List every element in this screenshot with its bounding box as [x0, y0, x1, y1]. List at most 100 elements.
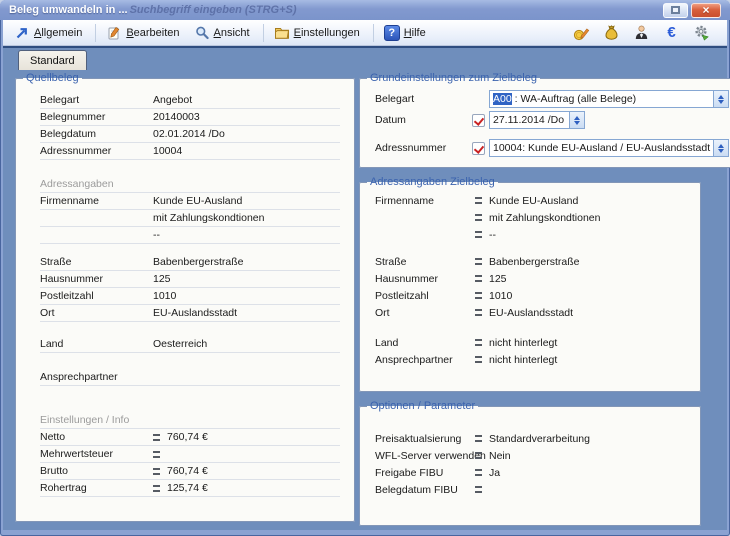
field-value: --: [153, 229, 340, 241]
window-title: Beleg umwandeln in ...: [9, 4, 128, 16]
field-value: 125: [153, 273, 340, 285]
help-icon: ?: [384, 25, 400, 41]
magnifier-icon: [194, 25, 210, 41]
menu-separator: [263, 24, 264, 42]
info-rows: Netto 760,74 € Mehrwertsteuer Brutto: [40, 429, 340, 497]
field-value: --: [489, 229, 690, 241]
menu-item-hilfe[interactable]: ? Hilfe: [380, 23, 433, 43]
adressnummer-spinner-button[interactable]: [713, 139, 729, 157]
field-value: Babenbergerstraße: [489, 256, 690, 268]
field-value: Kunde EU-Ausland: [153, 195, 340, 207]
belegart-spinner-button[interactable]: [713, 90, 729, 108]
adressnummer-combobox[interactable]: 10004: Kunde EU-Ausland / EU-Auslandssta…: [489, 139, 729, 157]
field-label: Land: [40, 338, 153, 350]
field-value: 02.01.2014 /Do: [153, 128, 340, 140]
section-header-einstellungen-info: Einstellungen / Info: [40, 412, 340, 429]
field-row: Hausnummer 125: [40, 271, 340, 288]
belegart-row: Belegart A00 : WA-Auftrag (alle Belege): [375, 90, 729, 108]
menu-item-einstellungen[interactable]: Einstellungen: [270, 23, 367, 43]
group-optionen-parameter: Optionen / Parameter Preisaktualsierung …: [359, 400, 701, 526]
field-value: Babenbergerstraße: [153, 256, 340, 268]
field-value: nicht hinterlegt: [489, 337, 690, 349]
edit-coin-icon[interactable]: [573, 24, 590, 41]
tab-standard[interactable]: Standard: [18, 50, 87, 70]
partner-rows: Ansprechpartner: [40, 369, 340, 386]
maximize-button[interactable]: [663, 3, 688, 18]
menu-label: Bearbeiten: [126, 27, 179, 39]
field-row: Freigabe FIBU Ja: [375, 464, 690, 481]
close-icon: ×: [702, 4, 709, 16]
close-button[interactable]: ×: [691, 3, 721, 18]
toolbar-right-icons: €: [573, 24, 720, 41]
field-label: Postleitzahl: [375, 290, 475, 302]
group-legend: Grundeinstellungen zum Zielbeleg: [367, 72, 540, 84]
field-row: mit Zahlungskondtionen: [40, 210, 340, 227]
field-row: Netto 760,74 €: [40, 429, 340, 446]
money-bag-icon[interactable]: [603, 24, 620, 41]
field-row: Land nicht hinterlegt: [375, 334, 690, 351]
datum-datepicker[interactable]: 27.11.2014 /Do: [489, 111, 585, 129]
option-rows: Preisaktualsierung Standardverarbeitung …: [375, 430, 690, 498]
field-value: nicht hinterlegt: [489, 354, 690, 366]
doc-rows: Belegart Angebot Belegnummer 20140003 Be…: [40, 92, 340, 160]
adress-rows: Firmenname Kunde EU-Ausland mit Zahlungs…: [40, 193, 340, 244]
field-label: Belegart: [375, 93, 472, 105]
field-row: Ansprechpartner nicht hinterlegt: [375, 351, 690, 368]
field-label: Belegart: [40, 94, 153, 106]
section-header-adressangaben: Adressangaben: [40, 176, 340, 193]
datum-checkbox[interactable]: [472, 114, 485, 127]
maximize-icon: [671, 6, 680, 14]
field-value: 1010: [489, 290, 690, 302]
menu-separator: [95, 24, 96, 42]
field-value: EU-Auslandsstadt: [489, 307, 690, 319]
field-row: Belegdatum 02.01.2014 /Do: [40, 126, 340, 143]
menu-item-ansicht[interactable]: Ansicht: [190, 23, 257, 43]
adressnummer-checkbox[interactable]: [472, 142, 485, 155]
euro-icon[interactable]: €: [663, 24, 680, 41]
field-value: 20140003: [153, 111, 340, 123]
menu-item-bearbeiten[interactable]: Bearbeiten: [102, 23, 186, 43]
field-value: Angebot: [153, 94, 340, 106]
edit-note-icon: [106, 25, 122, 41]
contact-person-icon[interactable]: [633, 24, 650, 41]
field-value: Kunde EU-Ausland: [489, 195, 690, 207]
equals-icon: [475, 486, 482, 493]
gear-sync-icon[interactable]: [693, 24, 710, 41]
selected-code: A00: [493, 93, 512, 105]
menu-item-allgemein[interactable]: Allgemein: [10, 23, 89, 43]
field-label: Straße: [40, 256, 153, 268]
equals-icon: [475, 452, 482, 459]
menu-label: Einstellungen: [294, 27, 360, 39]
field-label: Firmenname: [375, 195, 475, 207]
folder-icon: [274, 25, 290, 41]
equals-icon: [475, 309, 482, 316]
group-legend: Adressangaben Zielbeleg: [367, 176, 498, 188]
equals-icon: [475, 197, 482, 204]
field-label: Land: [375, 337, 475, 349]
belegart-combobox-text: A00 : WA-Auftrag (alle Belege): [489, 90, 713, 108]
street-rows: Straße Babenbergerstraße Hausnummer 125: [375, 253, 690, 321]
titlebar[interactable]: Beleg umwandeln in ... Suchbegriff einge…: [0, 0, 730, 20]
equals-icon: [153, 434, 160, 441]
field-row: Rohertrag 125,74 €: [40, 480, 340, 497]
street-rows: Straße Babenbergerstraße Hausnummer 125 …: [40, 254, 340, 322]
field-row: Mehrwertsteuer: [40, 446, 340, 463]
field-label: Ort: [40, 307, 153, 319]
field-label: Postleitzahl: [40, 290, 153, 302]
field-row: Ansprechpartner: [40, 369, 340, 386]
field-row: Postleitzahl 1010: [375, 287, 690, 304]
field-label: Straße: [375, 256, 475, 268]
field-value: Ja: [489, 467, 690, 479]
belegart-combobox[interactable]: A00 : WA-Auftrag (alle Belege): [489, 90, 729, 108]
search-hint-text: Suchbegriff eingeben (STRG+S): [130, 4, 297, 16]
menubar: Allgemein Bearbeiten Ansicht: [3, 20, 727, 46]
field-row: Hausnummer 125: [375, 270, 690, 287]
field-row: Straße Babenbergerstraße: [40, 254, 340, 271]
field-value: 760,74 €: [167, 465, 340, 477]
field-label: Freigabe FIBU: [375, 467, 475, 479]
datum-row: Datum 27.11.2014 /Do: [375, 111, 729, 129]
adressnummer-value: 10004: Kunde EU-Ausland / EU-Auslandssta…: [489, 139, 713, 157]
datum-spinner-button[interactable]: [569, 111, 585, 129]
field-row: Firmenname Kunde EU-Ausland: [375, 192, 690, 209]
equals-icon: [475, 435, 482, 442]
